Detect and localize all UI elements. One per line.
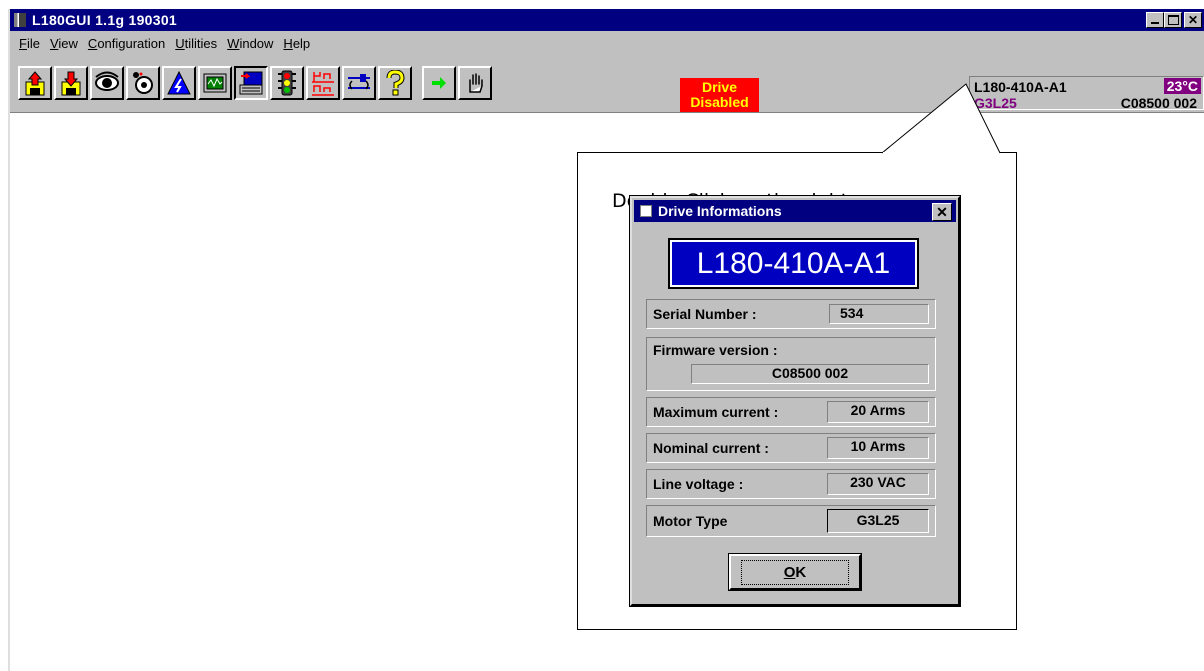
close-icon: ✕ bbox=[1187, 13, 1199, 27]
motor-type-value: G3L25 bbox=[827, 509, 929, 533]
line-voltage-value: 230 VAC bbox=[827, 473, 929, 495]
status-model: L180-410A-A1 bbox=[974, 79, 1067, 95]
nominal-current-row: Nominal current : 10 Arms bbox=[646, 433, 936, 463]
traffic-light-icon bbox=[278, 70, 296, 96]
terminal-icon bbox=[239, 71, 263, 95]
terminal-button[interactable] bbox=[234, 66, 268, 100]
ok-button[interactable]: OK bbox=[728, 553, 862, 591]
hand-icon bbox=[469, 73, 483, 93]
tuning-icon bbox=[133, 72, 153, 94]
window-controls: ✕ bbox=[1146, 12, 1202, 28]
menu-view[interactable]: View bbox=[50, 36, 78, 51]
menu-window[interactable]: Window bbox=[227, 36, 273, 51]
menu-configuration[interactable]: Configuration bbox=[88, 36, 165, 51]
minimize-button[interactable] bbox=[1146, 12, 1164, 28]
status-motor: G3L25 bbox=[974, 95, 1017, 111]
serial-row: Serial Number : 534 bbox=[646, 299, 936, 329]
dialog-close-button[interactable]: ✕ bbox=[932, 203, 952, 221]
monitor-button[interactable] bbox=[90, 66, 124, 100]
maximize-button[interactable] bbox=[1164, 12, 1182, 28]
drive-info-dialog: Drive Informations ✕ L180-410A-A1 Serial… bbox=[629, 195, 961, 607]
upload-icon bbox=[25, 71, 45, 96]
line-voltage-row: Line voltage : 230 VAC bbox=[646, 469, 936, 499]
scope-button[interactable] bbox=[198, 66, 232, 100]
menu-utilities[interactable]: Utilities bbox=[175, 36, 217, 51]
eye-icon bbox=[95, 71, 119, 91]
arrow-right-icon bbox=[432, 77, 446, 89]
dialog-title: Drive Informations bbox=[658, 203, 782, 219]
tuning-button[interactable] bbox=[126, 66, 160, 100]
serial-label: Serial Number : bbox=[653, 306, 757, 322]
title-bar[interactable]: L180GUI 1.1g 190301 ✕ bbox=[10, 9, 1204, 31]
app-icon bbox=[14, 13, 26, 27]
dialog-title-bar[interactable]: Drive Informations ✕ bbox=[634, 200, 956, 222]
menu-help[interactable]: Help bbox=[283, 36, 310, 51]
status-temperature: 23°C bbox=[1163, 78, 1201, 94]
ok-label: OK bbox=[740, 559, 850, 585]
max-current-value: 20 Arms bbox=[827, 401, 929, 423]
triangle-button[interactable] bbox=[162, 66, 196, 100]
switch-button[interactable] bbox=[342, 66, 376, 100]
triangle-icon bbox=[167, 70, 191, 95]
max-current-row: Maximum current : 20 Arms bbox=[646, 397, 936, 427]
firmware-label: Firmware version : bbox=[653, 342, 778, 358]
toolbar: Drive Disabled L180-410A-A1 23°C G3L25 C… bbox=[10, 56, 1204, 113]
motor-type-label: Motor Type bbox=[653, 513, 728, 529]
dialog-model: L180-410A-A1 bbox=[668, 238, 919, 289]
menu-file[interactable]: File bbox=[19, 36, 40, 51]
dialog-icon bbox=[640, 205, 652, 217]
status-firmware: C08500 002 bbox=[1120, 95, 1197, 111]
question-icon bbox=[386, 70, 405, 96]
line-voltage-label: Line voltage : bbox=[653, 476, 744, 492]
motor-type-row: Motor Type G3L25 bbox=[646, 505, 936, 537]
enable-button[interactable] bbox=[422, 66, 456, 100]
stop-button[interactable] bbox=[458, 66, 492, 100]
traffic-light-button[interactable] bbox=[270, 66, 304, 100]
nominal-current-value: 10 Arms bbox=[827, 437, 929, 459]
upload-button[interactable] bbox=[18, 66, 52, 100]
minimize-icon bbox=[1151, 22, 1159, 24]
max-current-label: Maximum current : bbox=[653, 404, 779, 420]
close-button[interactable]: ✕ bbox=[1184, 12, 1202, 28]
io-icon bbox=[312, 72, 334, 96]
help-button[interactable] bbox=[378, 66, 412, 100]
maximize-icon bbox=[1167, 15, 1179, 25]
menu-bar: File View Configuration Utilities Window… bbox=[10, 32, 311, 54]
drive-info-corner[interactable]: L180-410A-A1 23°C G3L25 C08500 002 bbox=[969, 76, 1204, 111]
download-button[interactable] bbox=[54, 66, 88, 100]
drive-status-line2: Disabled bbox=[690, 94, 749, 110]
nominal-current-label: Nominal current : bbox=[653, 440, 769, 456]
firmware-value: C08500 002 bbox=[691, 364, 929, 384]
window-title: L180GUI 1.1g 190301 bbox=[32, 12, 178, 28]
close-icon: ✕ bbox=[936, 203, 948, 220]
io-button[interactable] bbox=[306, 66, 340, 100]
switch-icon bbox=[348, 74, 370, 90]
firmware-row: Firmware version : C08500 002 bbox=[646, 337, 936, 391]
serial-value: 534 bbox=[829, 304, 929, 324]
download-icon bbox=[61, 71, 81, 96]
scope-icon bbox=[203, 73, 227, 93]
drive-status-line1: Drive bbox=[701, 79, 738, 95]
drive-status-indicator: Drive Disabled bbox=[680, 78, 759, 112]
